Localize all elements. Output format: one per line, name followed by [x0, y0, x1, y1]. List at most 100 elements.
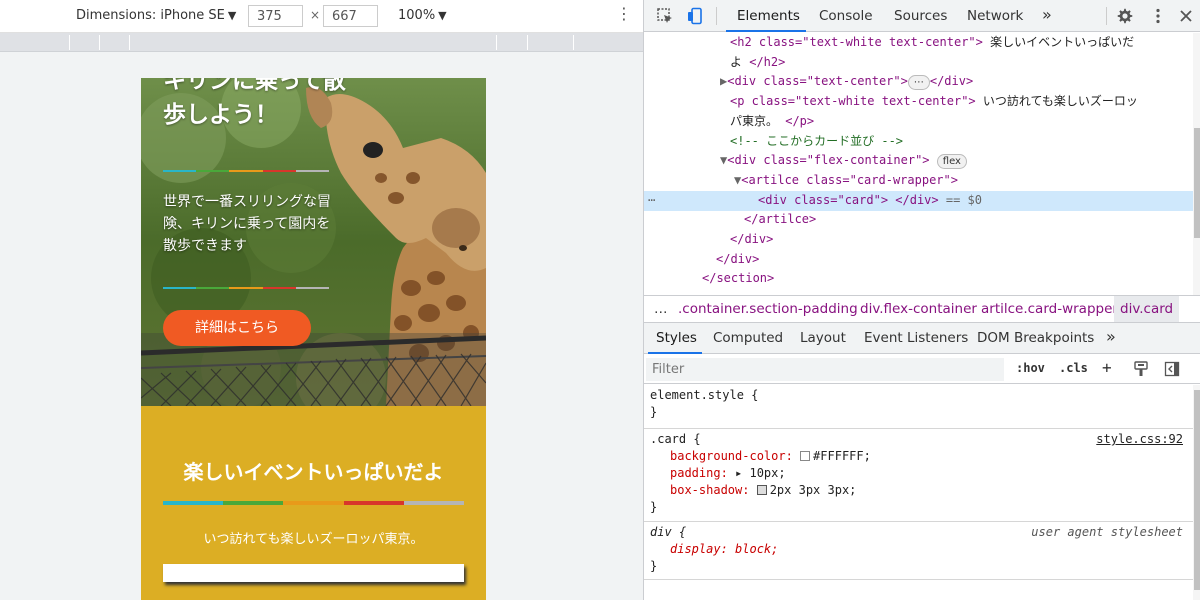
toggle-sidebar-icon[interactable]	[1164, 361, 1180, 377]
scrollbar-thumb[interactable]	[1194, 128, 1200, 238]
property-name: background-color:	[670, 449, 801, 463]
hero-divider-bottom	[163, 287, 330, 289]
more-subtabs-icon[interactable]: »	[1106, 327, 1116, 346]
styles-scrollbar[interactable]	[1193, 385, 1200, 600]
dom-node-section-close[interactable]: </section>	[644, 269, 1193, 289]
dom-node-p[interactable]: <p class="text-white text-center"> いつ訪れて…	[644, 92, 1193, 112]
property-background-color[interactable]: background-color: #FFFFFF;	[650, 448, 1187, 465]
dom-tag: <artilce class="card-wrapper">	[741, 172, 958, 187]
tab-console[interactable]: Console	[819, 8, 873, 24]
dom-tag: <h2 class="text-white text-center">	[730, 35, 983, 49]
dom-comment[interactable]: <!-- ここからカード並び -->	[644, 132, 1193, 152]
breadcrumb-overflow[interactable]: …	[654, 301, 668, 317]
more-tabs-icon[interactable]: »	[1042, 5, 1052, 24]
settings-gear-icon[interactable]	[1116, 7, 1134, 25]
hero-section: キリンに乗って散歩しよう！ 世界で一番スリリングな冒険、キリンに乗って園内を散歩…	[141, 78, 486, 406]
property-box-shadow[interactable]: box-shadow: 2px 3px 3px;	[650, 482, 1187, 499]
stripe-segment	[163, 287, 197, 289]
inspect-element-icon[interactable]	[656, 7, 674, 25]
hover-state-toggle[interactable]: :hov	[1016, 361, 1045, 375]
height-input[interactable]: 667	[323, 5, 378, 27]
dom-tag: </div>	[730, 232, 774, 246]
dom-node-h2-cont[interactable]: よ </h2>	[644, 53, 1193, 73]
media-query-ruler[interactable]	[0, 33, 643, 52]
tab-elements[interactable]: Elements	[737, 8, 800, 24]
phone-viewport: キリンに乗って散歩しよう！ 世界で一番スリリングな冒険、キリンに乗って園内を散歩…	[141, 78, 486, 600]
dom-node-text-center[interactable]: ▶<div class="text-center"> ⋯ </div>	[644, 72, 1193, 92]
breadcrumb-item[interactable]: artilce.card-wrapper	[981, 301, 1118, 317]
dom-tree[interactable]: <h2 class="text-white text-center"> 楽しいイ…	[644, 33, 1193, 295]
tab-event-listeners[interactable]: Event Listeners	[864, 330, 968, 346]
ruler-tick	[527, 35, 528, 50]
tab-sources[interactable]: Sources	[894, 8, 947, 24]
new-rule-plus-icon[interactable]: +	[1102, 358, 1112, 377]
filter-input[interactable]: Filter	[646, 358, 1004, 381]
stripe-segment	[163, 170, 197, 172]
times-icon: ×	[310, 8, 321, 22]
breadcrumb-current[interactable]: div.card	[1114, 296, 1180, 322]
tab-dom-breakpoints[interactable]: DOM Breakpoints	[977, 330, 1094, 346]
dom-tag: </section>	[702, 271, 775, 286]
close-icon[interactable]	[1177, 7, 1195, 25]
rule-element-style[interactable]: element.style { }	[644, 385, 1193, 429]
dom-node-card-selected[interactable]: ⋯ <div class="card"> </div> == $0	[644, 190, 1193, 211]
property-padding[interactable]: padding: ▸ 10px;	[650, 465, 1187, 482]
ruler-tick	[496, 35, 497, 50]
tab-styles[interactable]: Styles	[656, 330, 697, 346]
property-value: #FFFFFF;	[813, 449, 871, 463]
dom-node-p-cont[interactable]: パ東京。 </p>	[644, 112, 1193, 132]
stripe-segment	[283, 501, 344, 505]
breadcrumb-item[interactable]: .container.section-padding	[678, 301, 858, 317]
zoom-label: 100%	[398, 8, 436, 23]
dom-text: いつ訪れても楽しいズーロッ	[975, 94, 1138, 109]
styles-filter-row: Filter :hov .cls +	[644, 355, 1200, 384]
dom-tag: <div class="text-center">	[727, 74, 908, 89]
color-swatch-icon[interactable]	[800, 451, 811, 461]
device-dimensions-dropdown[interactable]: Dimensions: iPhone SE ▼	[76, 8, 236, 23]
devtools-tabbar: Elements Console Sources Network »	[644, 0, 1200, 32]
rule-card[interactable]: .card { style.css:92 background-color: #…	[644, 429, 1193, 522]
dom-tag: </h2>	[749, 54, 786, 69]
dom-tag: </div>	[716, 251, 760, 266]
tab-computed[interactable]: Computed	[713, 330, 783, 346]
tab-layout[interactable]: Layout	[800, 330, 846, 346]
scrollbar-thumb[interactable]	[1194, 390, 1200, 590]
breadcrumb-item[interactable]: div.flex-container	[860, 301, 977, 317]
class-toggle[interactable]: .cls	[1059, 361, 1088, 375]
dom-node-card-wrapper[interactable]: ▼<artilce class="card-wrapper">	[644, 171, 1193, 191]
dom-node-flex-container[interactable]: ▼<div class="flex-container"> flex	[644, 151, 1193, 171]
chevron-down-icon: ▼	[227, 9, 237, 22]
dom-node-flex-close[interactable]: </div>	[644, 230, 1193, 250]
toolbar-divider	[716, 7, 717, 25]
dom-selected-marker: == $0	[938, 192, 982, 207]
chevron-down-icon: ▼	[438, 9, 447, 22]
flex-badge[interactable]: flex	[936, 154, 967, 170]
dom-scrollbar[interactable]	[1193, 33, 1200, 295]
collapsed-ellipsis[interactable]: ⋯	[907, 75, 930, 91]
device-dimensions-label: Dimensions: iPhone SE	[76, 8, 225, 23]
stripe-segment	[229, 287, 263, 289]
more-vertical-icon[interactable]	[1149, 7, 1167, 25]
rule-source-label: user agent stylesheet	[1031, 525, 1183, 539]
stripe-segment	[295, 287, 330, 289]
device-toggle-icon[interactable]	[686, 7, 704, 25]
hero-title: キリンに乗って散歩しよう！	[163, 78, 346, 128]
stripe-segment	[295, 170, 330, 172]
dom-node-card-wrapper-close[interactable]: </artilce>	[644, 210, 1193, 230]
property-value: ▸ 10px;	[735, 466, 786, 480]
ruler-tick	[99, 35, 100, 50]
rule-div-user-agent[interactable]: div { user agent stylesheet display: blo…	[644, 522, 1193, 580]
more-options-icon[interactable]: ⋮	[616, 5, 632, 23]
node-actions-icon[interactable]: ⋯	[648, 191, 655, 211]
dom-node-h2[interactable]: <h2 class="text-white text-center"> 楽しいイ…	[644, 33, 1193, 53]
dom-tag: <div class="flex-container">	[727, 153, 930, 168]
rule-source-link[interactable]: style.css:92	[1096, 431, 1183, 448]
shadow-editor-icon[interactable]	[756, 485, 767, 495]
zoom-dropdown[interactable]: 100% ▼	[398, 8, 447, 23]
dom-node-container-close[interactable]: </div>	[644, 250, 1193, 270]
tab-network[interactable]: Network	[967, 8, 1023, 24]
paint-brush-icon[interactable]	[1133, 361, 1149, 377]
width-input[interactable]: 375	[248, 5, 303, 27]
card[interactable]	[163, 564, 464, 582]
details-button[interactable]: 詳細はこちら	[163, 310, 311, 346]
